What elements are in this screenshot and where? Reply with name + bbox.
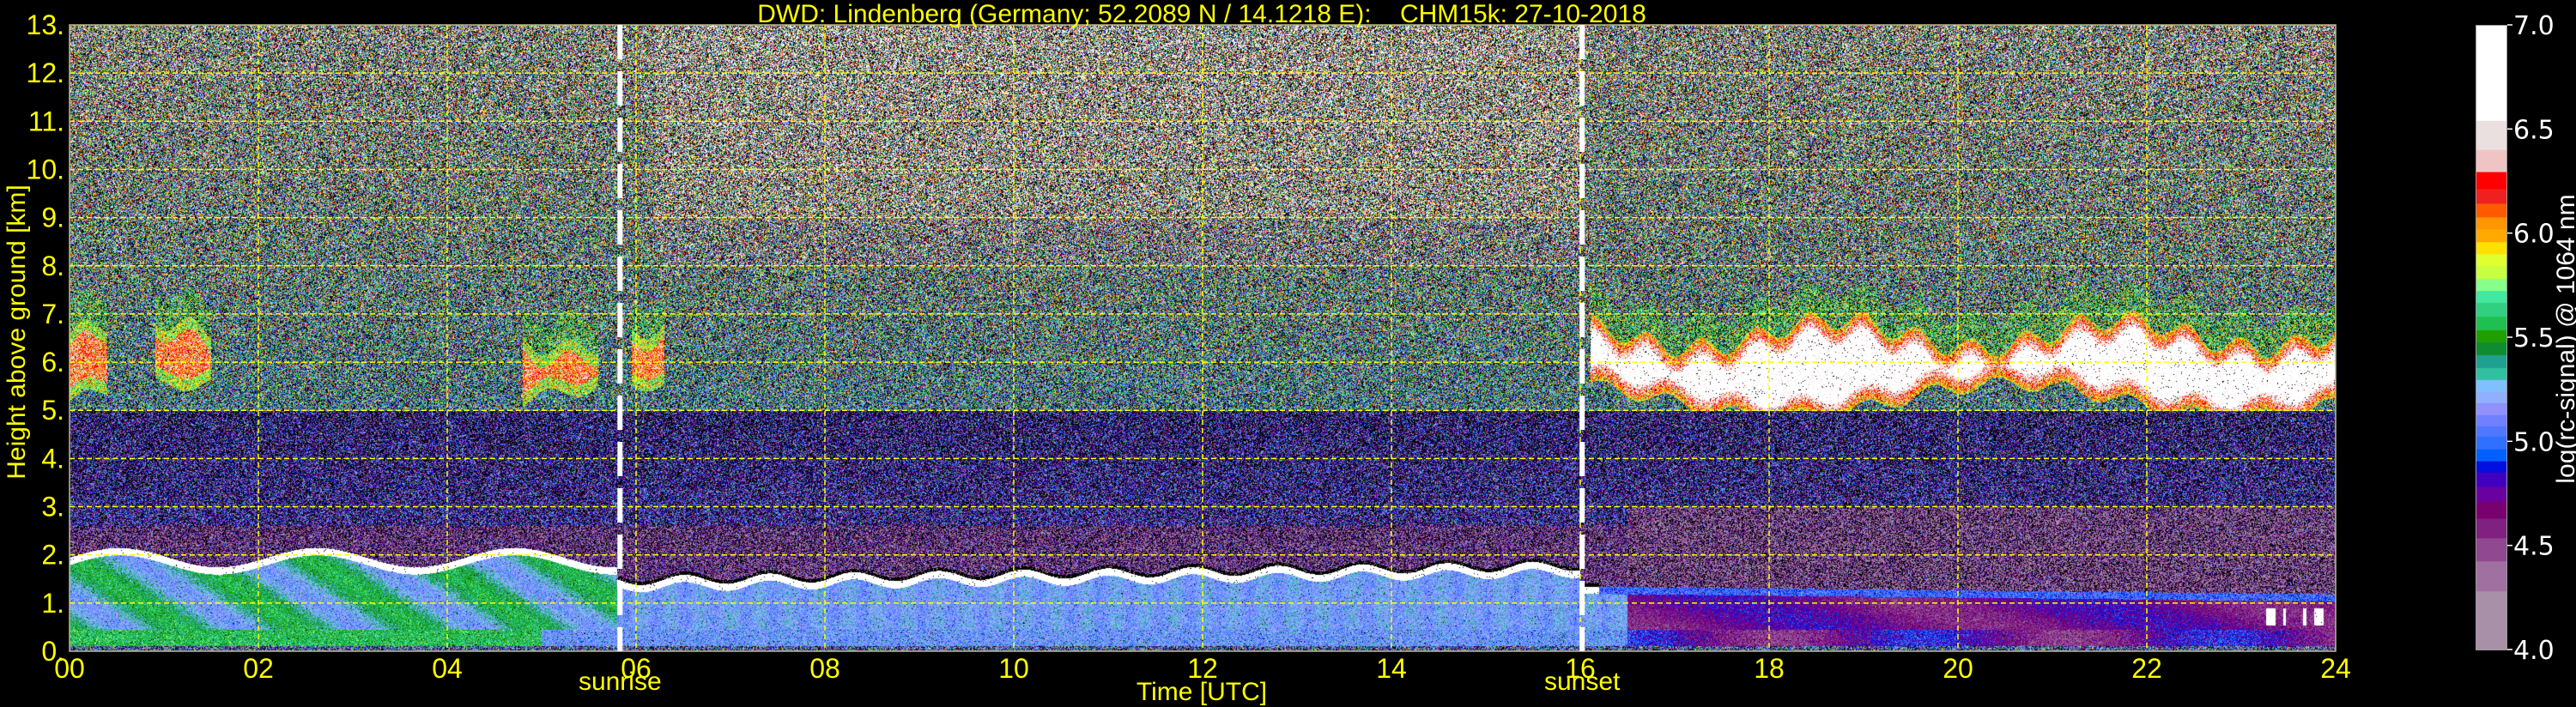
y-axis-label: Height above ground [km] (3, 184, 31, 480)
y-tick-label: 8. (41, 251, 64, 281)
y-tick-label: 2. (41, 540, 64, 571)
x-tick-label: 14 (1376, 653, 1407, 684)
chart-title: DWD: Lindenberg (Germany; 52.2089 N / 14… (757, 0, 1646, 28)
sunrise-label: sunrise (578, 668, 662, 696)
y-tick-label: 4. (41, 443, 64, 474)
x-tick-label: 10 (998, 653, 1029, 684)
colorbar-tick-label: 6.5 (2513, 115, 2555, 145)
axes-overlay: 0.1.2.3.4.5.6.7.8.9.10.11.12.13.00 02 04 06… (27, 9, 2555, 684)
y-tick-label: 6. (41, 347, 64, 378)
x-tick-label: 24 (2320, 653, 2351, 684)
y-tick-label: 3. (41, 492, 64, 523)
y-tick-label: 10. (27, 154, 64, 184)
x-tick-label: 04 (432, 653, 463, 684)
y-tick-label: 1. (41, 588, 64, 619)
x-tick-label: 08 (809, 653, 840, 684)
y-tick-label: 5. (41, 395, 64, 426)
x-tick-label: 20 (1943, 653, 1973, 684)
x-axis-label: Time [UTC] (1136, 678, 1268, 706)
x-tick-label: 00 (54, 653, 85, 684)
colorbar-tick-label: 4.5 (2513, 532, 2555, 562)
colorbar-tick-label: 4.0 (2513, 636, 2555, 666)
colorbar-tick-label: 7.0 (2513, 11, 2555, 41)
y-tick-label: 7. (41, 299, 64, 329)
x-tick-label: 18 (1754, 653, 1785, 684)
y-tick-label: 11. (28, 106, 64, 136)
sunset-label: sunset (1543, 668, 1621, 696)
y-tick-label: 12. (27, 57, 64, 88)
colorbar-tick-label: 5.5 (2513, 323, 2555, 354)
colorbar-tick-label: 6.0 (2513, 220, 2555, 250)
colorbar-label: log(rc-signal) @ 1064 nm (2552, 194, 2576, 484)
y-tick-label: 9. (41, 202, 64, 233)
x-tick-label: 02 (243, 653, 274, 684)
colorbar-tick-label: 5.0 (2513, 427, 2555, 457)
x-tick-label: 22 (2131, 653, 2162, 684)
